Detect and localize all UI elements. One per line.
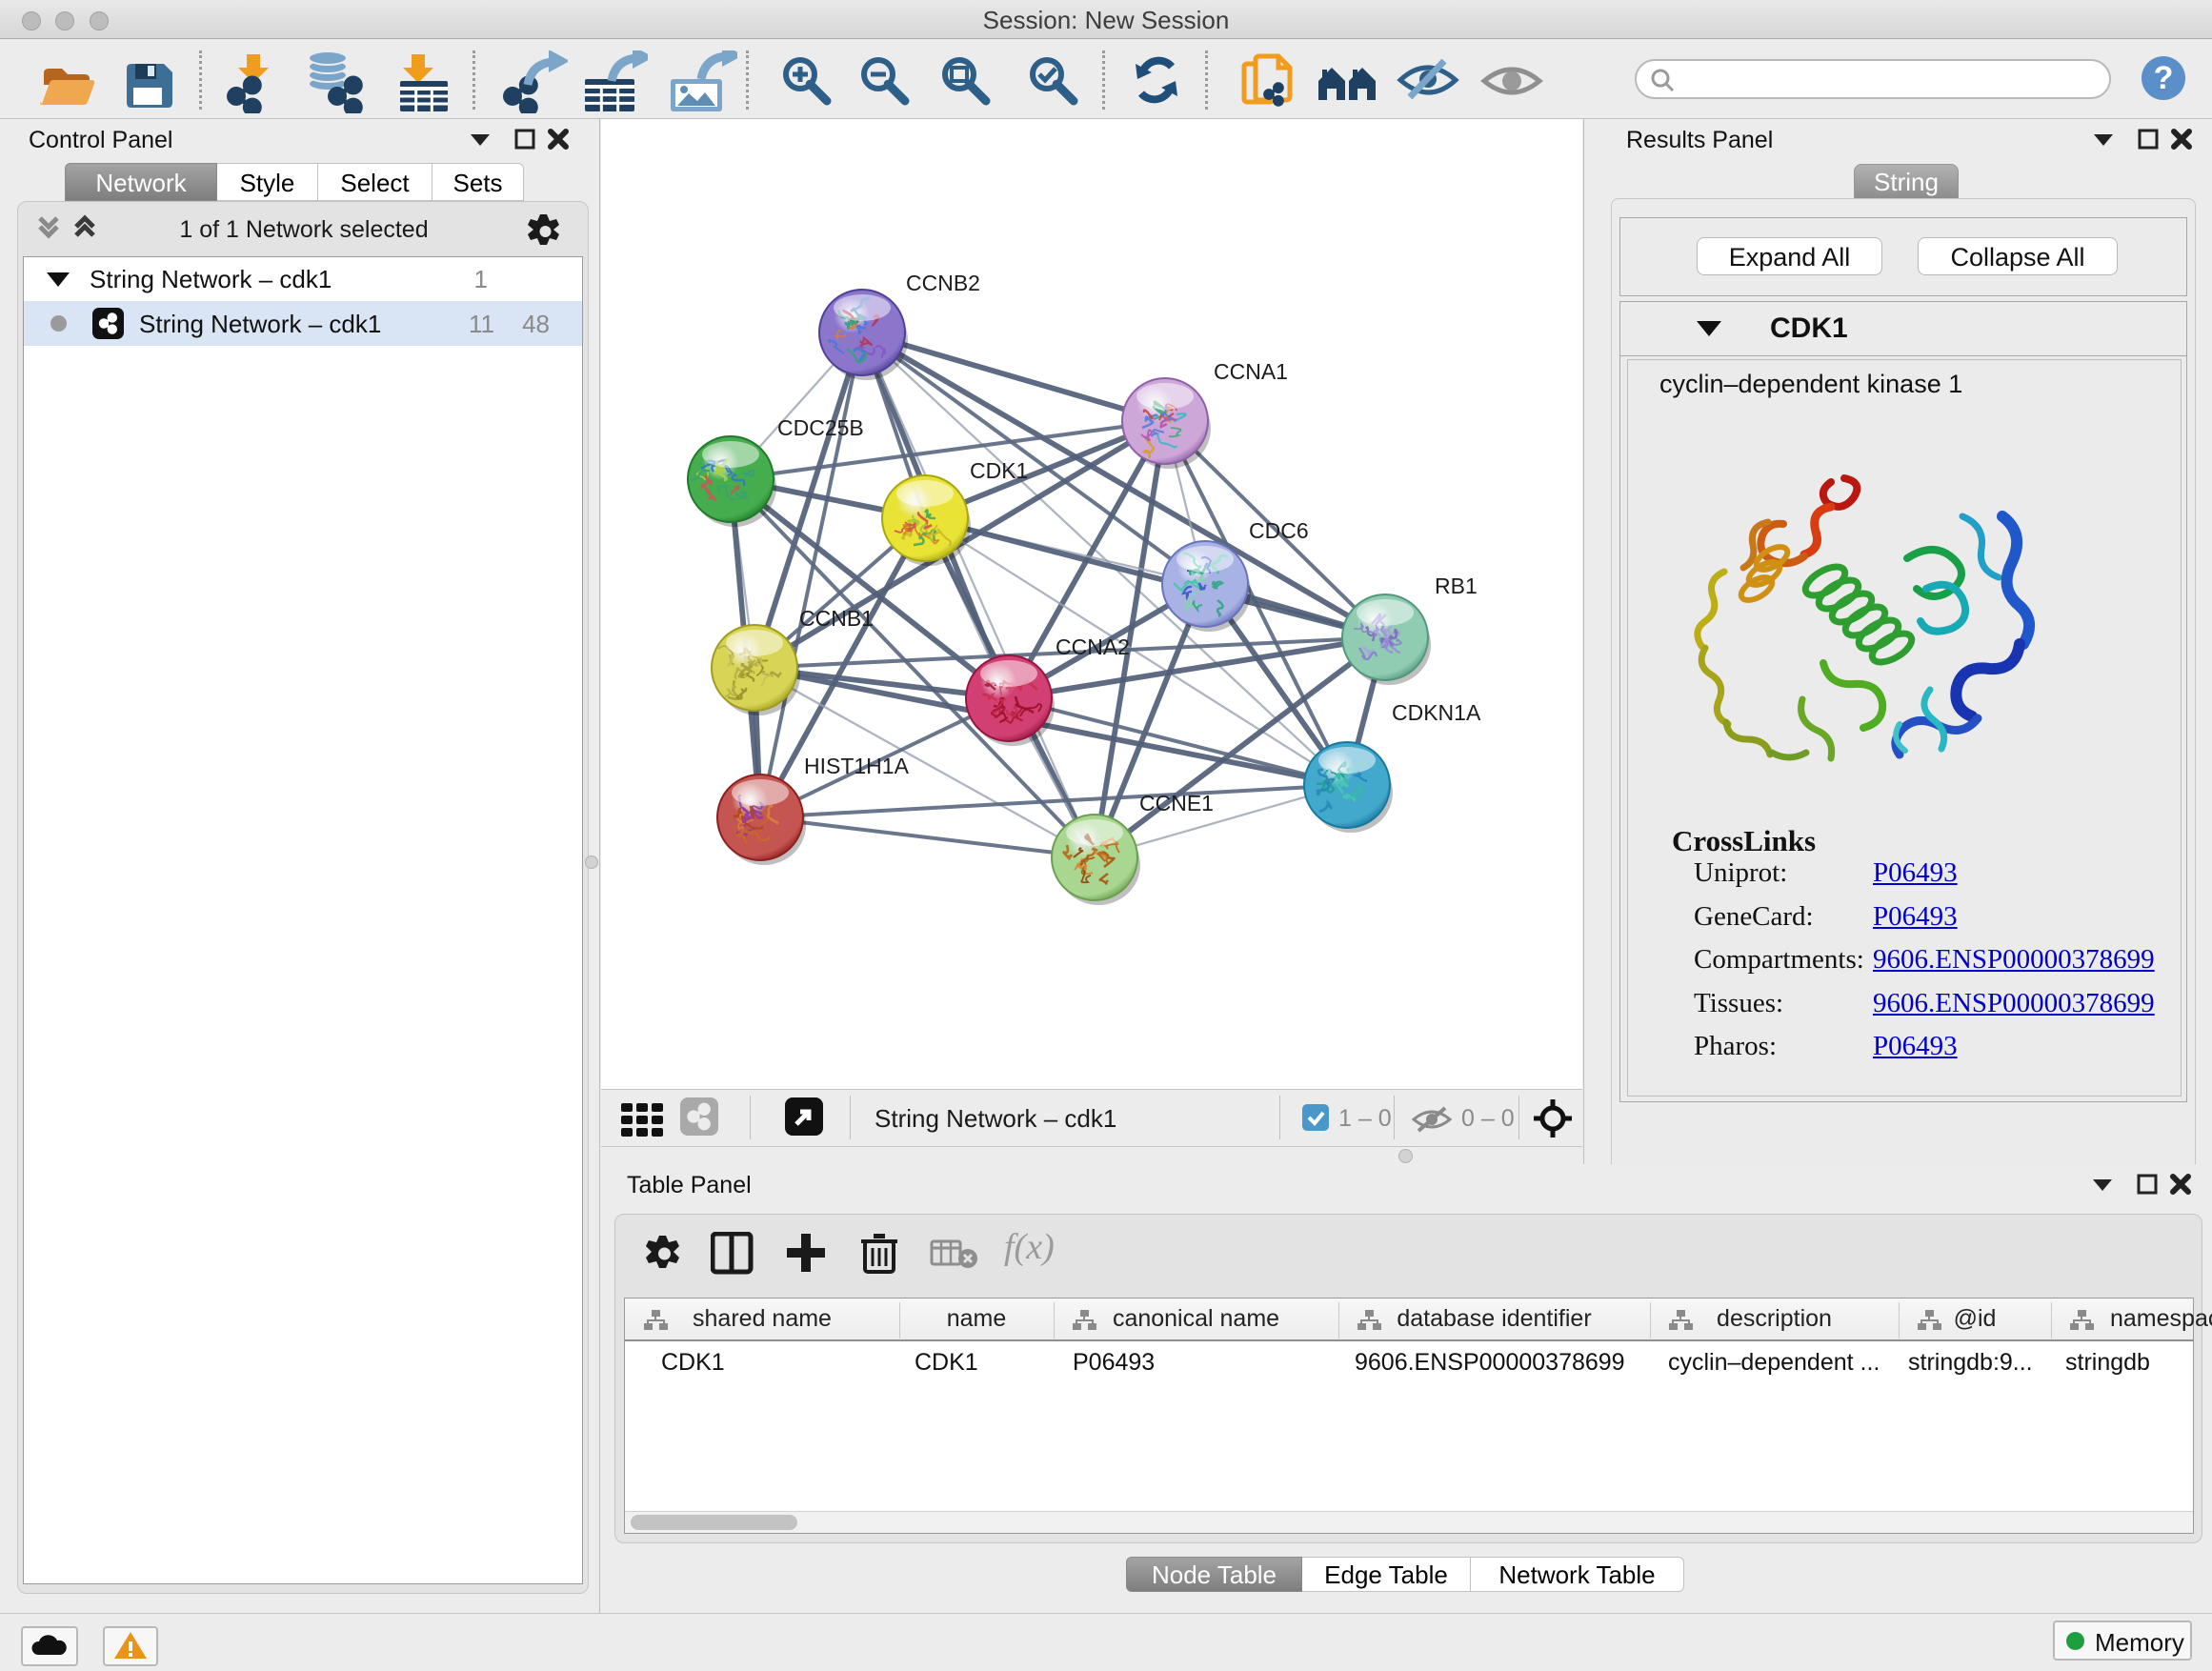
svg-text:CDC25B: CDC25B — [777, 415, 864, 440]
svg-text:HIST1H1A: HIST1H1A — [804, 754, 910, 778]
svg-text:CDC6: CDC6 — [1249, 518, 1309, 543]
svg-text:CCNB1: CCNB1 — [799, 606, 874, 631]
svg-text:CCNA1: CCNA1 — [1214, 359, 1288, 384]
svg-text:CDKN1A: CDKN1A — [1392, 700, 1481, 725]
svg-text:RB1: RB1 — [1435, 574, 1478, 598]
svg-text:CCNA2: CCNA2 — [1056, 634, 1130, 659]
svg-text:CCNB2: CCNB2 — [906, 271, 980, 295]
svg-text:CDK1: CDK1 — [970, 458, 1028, 483]
svg-text:CCNE1: CCNE1 — [1139, 791, 1214, 815]
